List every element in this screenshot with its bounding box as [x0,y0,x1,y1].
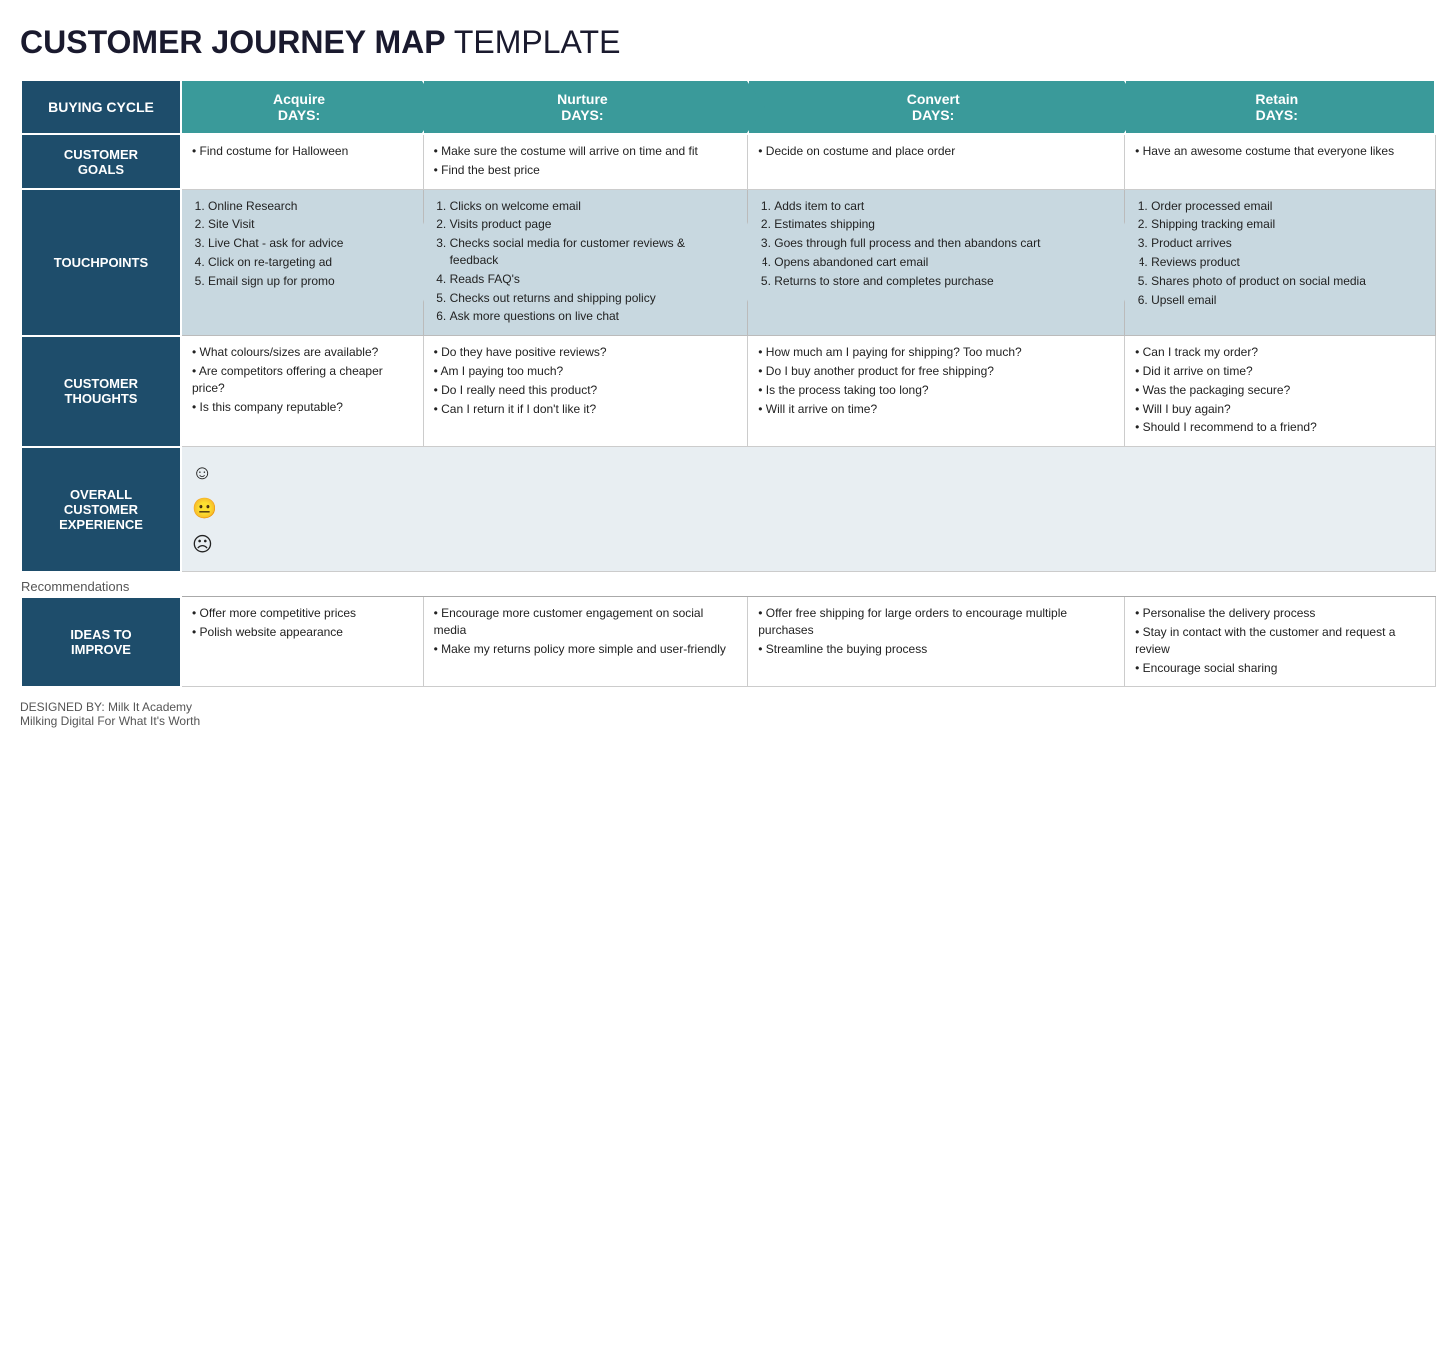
stage-convert-sub: DAYS: [759,107,1108,123]
ideas-convert: Offer free shipping for large orders to … [748,597,1125,687]
ideas-retain: Personalise the delivery process Stay in… [1125,597,1435,687]
stage-nurture: Nurture DAYS: [423,80,748,134]
touchpoints-convert: Adds item to cart Estimates shipping Goe… [748,189,1125,336]
stage-retain-sub: DAYS: [1136,107,1418,123]
goals-convert: Decide on costume and place order [748,134,1125,189]
thoughts-convert: How much am I paying for shipping? Too m… [748,336,1125,447]
thoughts-acquire: What colours/sizes are available? Are co… [181,336,423,447]
stage-retain: Retain DAYS: [1125,80,1435,134]
customer-thoughts-label: CUSTOMERTHOUGHTS [21,336,181,447]
sad-icon: ☹ [192,527,1425,563]
ideas-acquire: Offer more competitive prices Polish web… [181,597,423,687]
touchpoints-row: TOUCHPOINTS Online Research Site Visit L… [21,189,1435,336]
stage-acquire-name: Acquire [192,91,406,107]
customer-goals-row: CUSTOMERGOALS Find costume for Halloween… [21,134,1435,189]
footer-line2: Milking Digital For What It's Worth [20,714,1436,728]
goals-nurture: Make sure the costume will arrive on tim… [423,134,748,189]
touchpoints-nurture: Clicks on welcome email Visits product p… [423,189,748,336]
overall-experience-row: OVERALLCUSTOMEREXPERIENCE ☺ 😐 ☹ [21,447,1435,572]
footer: DESIGNED BY: Milk It Academy Milking Dig… [20,700,1436,728]
recommendations-label: Recommendations [21,572,1435,597]
journey-map-table: BUYING CYCLE Acquire DAYS: Nurture DAYS:… [20,79,1436,688]
customer-thoughts-row: CUSTOMERTHOUGHTS What colours/sizes are … [21,336,1435,447]
experience-icons: ☺ 😐 ☹ [181,447,1435,572]
stage-nurture-sub: DAYS: [434,107,731,123]
touchpoints-acquire: Online Research Site Visit Live Chat - a… [181,189,423,336]
ideas-nurture: Encourage more customer engagement on so… [423,597,748,687]
ideas-to-improve-label: IDEAS TOIMPROVE [21,597,181,687]
stage-acquire: Acquire DAYS: [181,80,423,134]
customer-goals-label: CUSTOMERGOALS [21,134,181,189]
touchpoints-label: TOUCHPOINTS [21,189,181,336]
stage-nurture-name: Nurture [434,91,731,107]
goals-acquire: Find costume for Halloween [181,134,423,189]
stage-acquire-sub: DAYS: [192,107,406,123]
touchpoints-retain: Order processed email Shipping tracking … [1125,189,1435,336]
goals-retain: Have an awesome costume that everyone li… [1125,134,1435,189]
neutral-icon: 😐 [192,491,1425,527]
thoughts-nurture: Do they have positive reviews? Am I payi… [423,336,748,447]
footer-line1: DESIGNED BY: Milk It Academy [20,700,1436,714]
buying-cycle-row: BUYING CYCLE Acquire DAYS: Nurture DAYS:… [21,80,1435,134]
recommendations-row: Recommendations [21,572,1435,597]
overall-experience-label: OVERALLCUSTOMEREXPERIENCE [21,447,181,572]
page-title: CUSTOMER JOURNEY MAP TEMPLATE [20,24,1436,61]
thoughts-retain: Can I track my order? Did it arrive on t… [1125,336,1435,447]
buying-cycle-label: BUYING CYCLE [21,80,181,134]
ideas-to-improve-row: IDEAS TOIMPROVE Offer more competitive p… [21,597,1435,687]
happy-icon: ☺ [192,455,1425,491]
stage-convert-name: Convert [759,91,1108,107]
stage-retain-name: Retain [1136,91,1418,107]
stage-convert: Convert DAYS: [748,80,1125,134]
